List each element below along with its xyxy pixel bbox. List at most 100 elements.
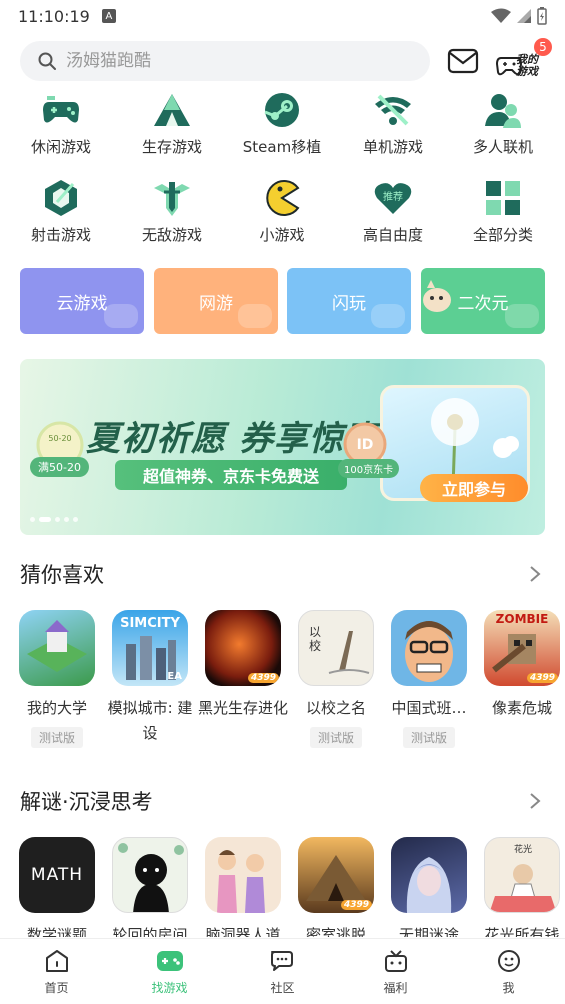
- game-name: 轮回的房间: [112, 926, 188, 937]
- game-icon: MATH: [19, 837, 95, 913]
- banner-title: 夏初祈愿 券享惊喜: [86, 419, 379, 459]
- category-multiplayer[interactable]: 多人联机: [448, 88, 558, 157]
- game-card[interactable]: 4399 密室逃脱: [290, 837, 382, 937]
- game-icon: 以校: [298, 610, 374, 686]
- mail-icon: [447, 48, 479, 74]
- game-card[interactable]: 无期迷途: [383, 837, 475, 937]
- quick-tiles: 云游戏 网游 闪玩 二次元: [20, 268, 545, 334]
- category-survival[interactable]: 生存游戏: [117, 88, 227, 157]
- nav-home[interactable]: 首页: [0, 939, 113, 1004]
- game-card[interactable]: 中国式班… 测试版: [383, 610, 475, 748]
- category-label: 小游戏: [259, 226, 305, 244]
- game-name: 无期迷途: [398, 926, 459, 937]
- tile-online-games[interactable]: 网游: [154, 268, 278, 334]
- game-card[interactable]: 脑洞器人道: [197, 837, 289, 937]
- promo-banner[interactable]: 50-20 夏初祈愿 券享惊喜 超值神券、京东卡免费送 满50-20 ID 10…: [20, 359, 545, 535]
- game-icon: 4399: [205, 610, 281, 686]
- nav-profile[interactable]: 我: [452, 939, 565, 1004]
- game-card[interactable]: 4399 黑光生存进化: [197, 610, 289, 721]
- controller-deco-icon: [371, 304, 405, 328]
- category-single-player[interactable]: 单机游戏: [338, 88, 448, 157]
- chevron-right-icon[interactable]: [525, 564, 545, 584]
- game-row-recommended: 我的大学 测试版 SIMCITY EA 模拟城市: 建设 4399 黑光生存进化…: [0, 610, 565, 770]
- bottom-nav: 首页 找游戏 社区 福利 我: [0, 938, 565, 1004]
- top-bar: 我的游戏 5: [0, 36, 565, 86]
- game-name: 数学谜题: [26, 926, 87, 937]
- nav-label: 社区: [270, 981, 295, 995]
- category-casual[interactable]: 休闲游戏: [6, 88, 116, 157]
- category-high-freedom[interactable]: 推荐 高自由度: [338, 176, 448, 245]
- page-dot: [55, 517, 60, 522]
- search-input[interactable]: [66, 51, 406, 71]
- nav-label: 找游戏: [151, 981, 188, 995]
- game-card[interactable]: SIMCITY EA 模拟城市: 建设: [104, 610, 196, 746]
- nav-label: 福利: [383, 981, 408, 995]
- game-card[interactable]: 轮回的房间: [104, 837, 196, 937]
- tile-label: 闪玩: [332, 293, 366, 314]
- game-card[interactable]: 花光 花光所有钱: [476, 837, 565, 937]
- nav-community[interactable]: 社区: [226, 939, 339, 1004]
- anime-mascot-icon: [423, 280, 451, 312]
- signal-icon: [517, 9, 531, 23]
- chevron-right-icon[interactable]: [525, 791, 545, 811]
- heart-icon: 推荐: [371, 176, 415, 220]
- game-name: 中国式班…: [391, 699, 467, 717]
- multiplayer-icon: [481, 88, 525, 132]
- search-box[interactable]: [20, 41, 430, 81]
- category-label: 多人联机: [472, 138, 533, 156]
- category-all[interactable]: 全部分类: [448, 176, 558, 245]
- category-label: 休闲游戏: [30, 138, 91, 156]
- my-games-badge: 5: [534, 38, 552, 56]
- nav-label: 首页: [44, 981, 69, 995]
- game-card[interactable]: ZOMBIE 4399 像素危城: [476, 610, 565, 721]
- my-games-label: 我的游戏: [516, 53, 538, 78]
- steam-icon: [260, 88, 304, 132]
- community-icon: [269, 947, 297, 975]
- tile-anime[interactable]: 二次元: [421, 268, 545, 334]
- category-shooter[interactable]: 射击游戏: [6, 176, 116, 245]
- game-icon: [391, 610, 467, 686]
- game-icon: [205, 837, 281, 913]
- simcity-logo-text: SIMCITY: [120, 616, 180, 631]
- banner-coupon-left: 满50-20: [30, 457, 89, 477]
- search-icon: [38, 52, 56, 70]
- game-icon: SIMCITY EA: [112, 610, 188, 686]
- controller-deco-icon: [238, 304, 272, 328]
- banner-cta-button[interactable]: 立即参与: [420, 474, 528, 502]
- game-card[interactable]: 以校 以校之名 测试版: [290, 610, 382, 748]
- game-badge: 4399: [247, 673, 279, 683]
- nav-welfare[interactable]: 福利: [339, 939, 452, 1004]
- category-label: Steam移植: [242, 138, 322, 156]
- game-row-puzzle: MATH 数学谜题 轮回的房间 脑洞器人道 4399 密室逃脱 无期迷途 花光 …: [0, 837, 565, 937]
- category-invincible[interactable]: 无敌游戏: [117, 176, 227, 245]
- game-icon: 花光: [484, 837, 560, 913]
- category-grid: 休闲游戏 生存游戏 Steam移植 单机游戏 多人联机 射击游戏 无敌游戏 小游…: [0, 88, 565, 258]
- tile-cloud-games[interactable]: 云游戏: [20, 268, 144, 334]
- category-label: 射击游戏: [30, 226, 91, 244]
- my-games-button[interactable]: 我的游戏 5: [496, 38, 552, 82]
- category-steam[interactable]: Steam移植: [227, 88, 337, 157]
- gamepad-icon: [39, 88, 83, 132]
- battery-icon: [537, 7, 547, 25]
- section-guess-you-like[interactable]: 猜你喜欢: [20, 559, 545, 589]
- game-card[interactable]: 我的大学 测试版: [11, 610, 103, 748]
- game-icon: [19, 610, 95, 686]
- section-puzzle[interactable]: 解谜·沉浸思考: [20, 786, 545, 816]
- page-dot: [73, 517, 78, 522]
- category-label: 高自由度: [362, 226, 423, 244]
- game-icon-text: 以校: [309, 625, 322, 653]
- notification-icon: A: [101, 9, 116, 23]
- message-button[interactable]: [447, 45, 479, 77]
- tile-flash-play[interactable]: 闪玩: [287, 268, 411, 334]
- category-label: 单机游戏: [362, 138, 423, 156]
- gift-icon: [382, 947, 410, 975]
- nav-find-game[interactable]: 找游戏: [113, 939, 226, 1004]
- category-label: 全部分类: [472, 226, 533, 244]
- target-icon: [39, 176, 83, 220]
- category-mini-games[interactable]: 小游戏: [227, 176, 337, 245]
- game-name: 密室逃脱: [305, 926, 366, 937]
- game-card[interactable]: MATH 数学谜题: [11, 837, 103, 937]
- sword-icon: [150, 176, 194, 220]
- game-name: 花光所有钱: [484, 926, 560, 937]
- category-label: 生存游戏: [141, 138, 202, 156]
